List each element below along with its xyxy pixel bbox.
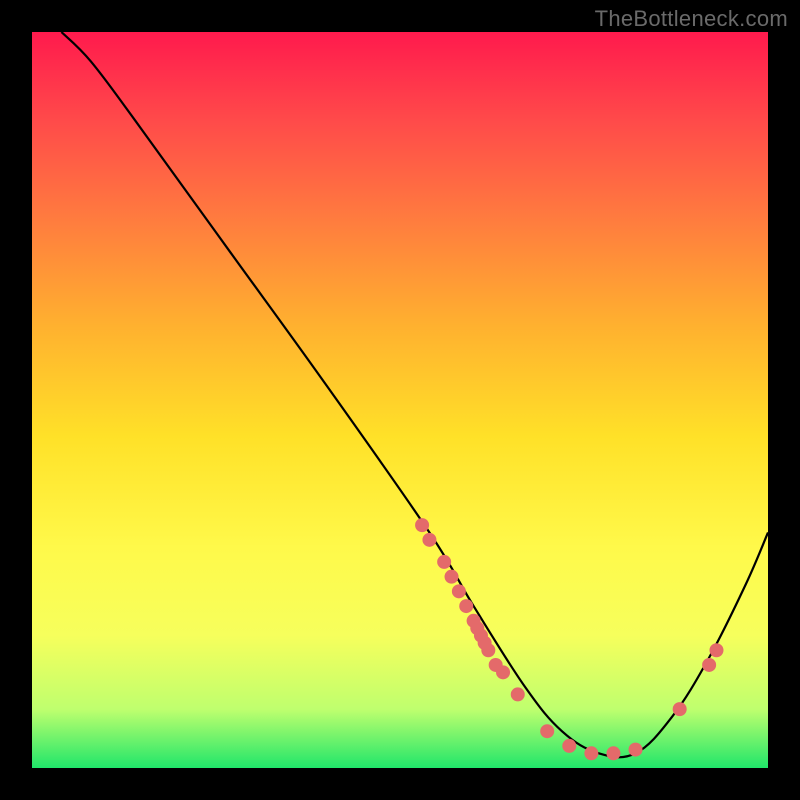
data-point	[422, 533, 436, 547]
data-point	[673, 702, 687, 716]
data-point	[452, 584, 466, 598]
data-point	[481, 643, 495, 657]
data-point	[496, 665, 510, 679]
data-point	[511, 687, 525, 701]
chart-svg	[32, 32, 768, 768]
outer-frame: TheBottleneck.com	[0, 0, 800, 800]
watermark-text: TheBottleneck.com	[595, 6, 788, 32]
data-point	[629, 743, 643, 757]
data-point	[606, 746, 620, 760]
data-point	[437, 555, 451, 569]
data-point	[709, 643, 723, 657]
data-point	[584, 746, 598, 760]
data-point	[702, 658, 716, 672]
data-point	[459, 599, 473, 613]
data-point	[445, 570, 459, 584]
plot-area	[32, 32, 768, 768]
data-point	[415, 518, 429, 532]
bottleneck-curve	[61, 32, 768, 757]
data-points	[415, 518, 723, 760]
data-point	[540, 724, 554, 738]
data-point	[562, 739, 576, 753]
